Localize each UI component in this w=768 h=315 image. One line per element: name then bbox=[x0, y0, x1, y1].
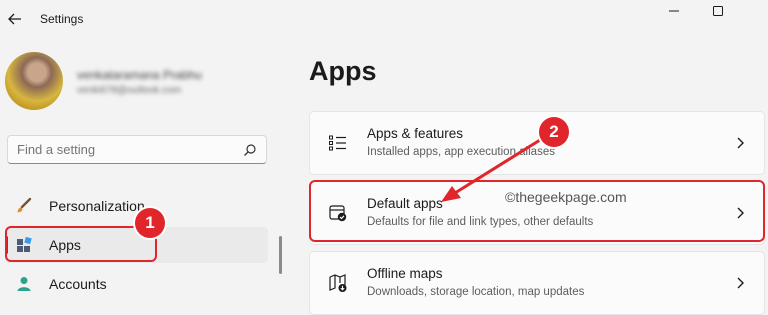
maximize-button[interactable] bbox=[703, 3, 733, 25]
card-subtitle: Downloads, storage location, map updates bbox=[367, 286, 585, 298]
map-download-icon bbox=[329, 274, 347, 292]
annotation-badge-2: 2 bbox=[539, 117, 569, 147]
card-apps-and-features[interactable]: Apps & features Installed apps, app exec… bbox=[309, 111, 765, 175]
annotation-highlight-apps bbox=[5, 226, 157, 262]
minimize-button[interactable] bbox=[659, 3, 689, 25]
search-input[interactable] bbox=[17, 142, 237, 157]
person-icon bbox=[17, 277, 31, 291]
page-title: Apps bbox=[309, 56, 377, 86]
search-icon[interactable] bbox=[243, 143, 257, 157]
profile-email: venki678@outlook.com bbox=[77, 85, 182, 96]
back-arrow-icon bbox=[8, 13, 21, 25]
chevron-right-icon bbox=[737, 137, 744, 149]
sidebar-item-accounts[interactable]: Accounts bbox=[5, 266, 268, 302]
list-icon bbox=[329, 135, 346, 151]
maximize-icon bbox=[713, 6, 723, 16]
card-title: Offline maps bbox=[367, 266, 443, 281]
window-title: Settings bbox=[40, 12, 84, 26]
search-box[interactable] bbox=[7, 135, 267, 164]
watermark: ©thegeekpage.com bbox=[505, 189, 627, 205]
paintbrush-icon bbox=[17, 197, 32, 213]
profile-name: venkataramana Prabhu bbox=[77, 68, 202, 82]
annotation-badge-1: 1 bbox=[135, 208, 165, 238]
card-subtitle: Installed apps, app execution aliases bbox=[367, 146, 555, 158]
card-offline-maps[interactable]: Offline maps Downloads, storage location… bbox=[309, 251, 765, 315]
back-button[interactable] bbox=[4, 8, 26, 30]
sidebar-item-label: Accounts bbox=[49, 276, 107, 292]
chevron-right-icon bbox=[737, 277, 744, 289]
scrollbar-thumb[interactable] bbox=[279, 236, 282, 274]
sidebar-item-label: Personalization bbox=[49, 198, 145, 214]
minimize-icon bbox=[669, 10, 679, 12]
avatar[interactable] bbox=[5, 52, 63, 110]
card-title: Apps & features bbox=[367, 126, 464, 141]
